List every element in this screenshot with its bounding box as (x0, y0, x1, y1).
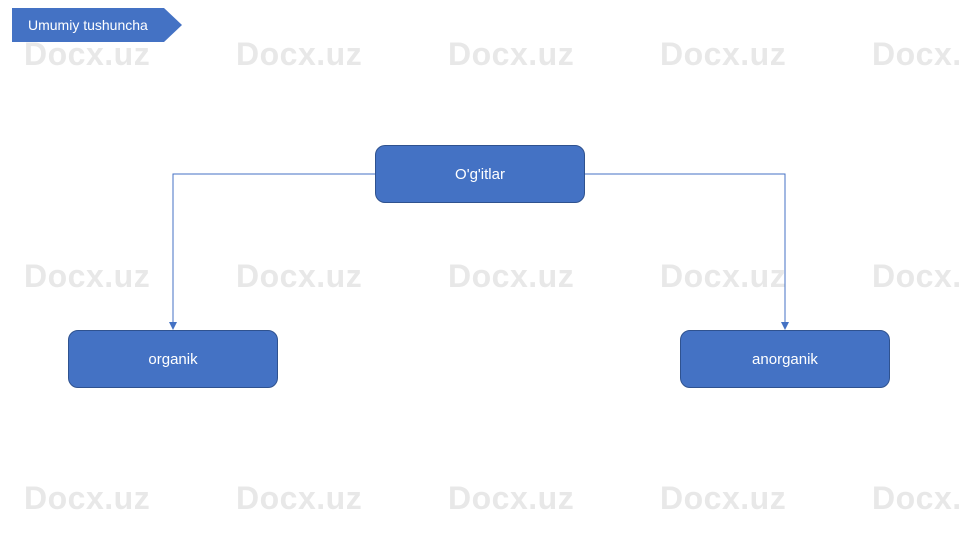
header-ribbon: Umumiy tushuncha (12, 8, 182, 42)
diagram-node-organik: organik (68, 330, 278, 388)
header-ribbon-label: Umumiy tushuncha (12, 8, 164, 42)
node-label: O'g'itlar (455, 166, 505, 183)
node-label: anorganik (752, 351, 818, 368)
diagram-node-root: O'g'itlar (375, 145, 585, 203)
connector-lines (0, 0, 960, 540)
diagram-canvas: O'g'itlar organik anorganik (0, 0, 960, 540)
diagram-node-anorganik: anorganik (680, 330, 890, 388)
ribbon-arrow-icon (164, 8, 182, 42)
node-label: organik (148, 351, 197, 368)
